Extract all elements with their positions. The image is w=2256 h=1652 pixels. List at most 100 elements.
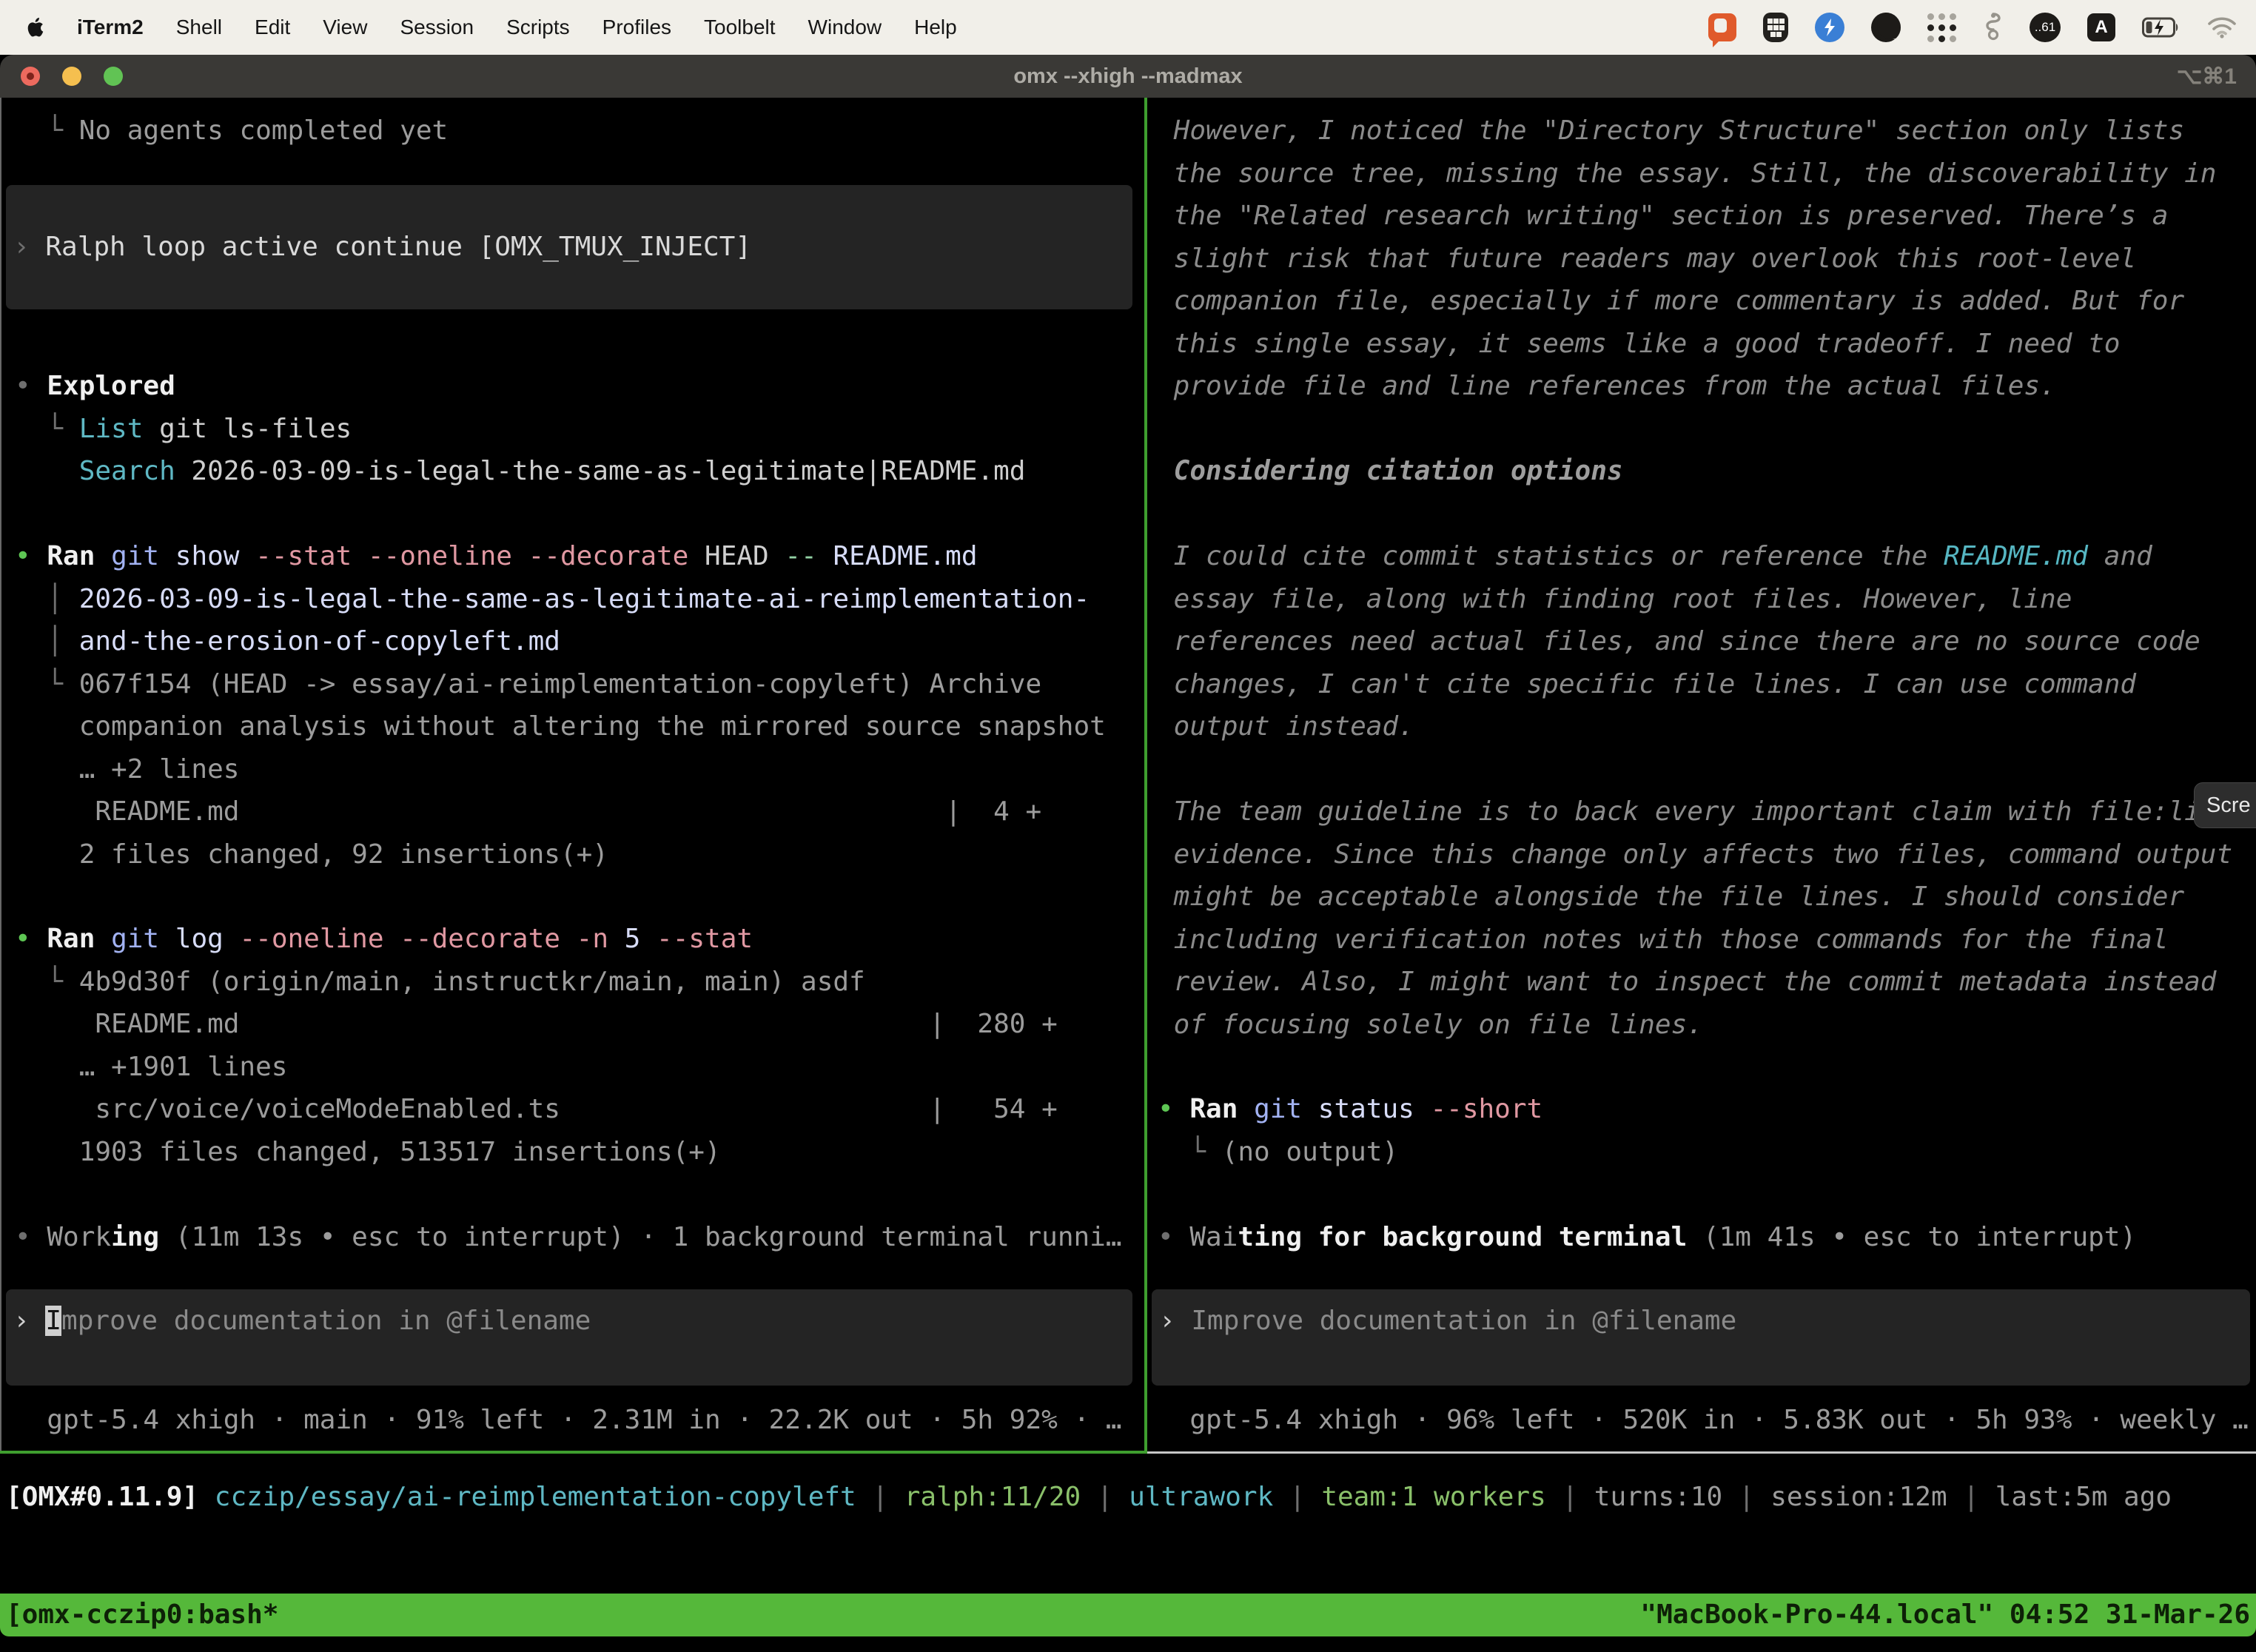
- terminal-line: references need actual files, and since …: [1158, 620, 2249, 663]
- window-shortcut-badge: ⌥⌘1: [2177, 64, 2237, 90]
- terminal-line: └ (no output): [1158, 1131, 2249, 1174]
- terminal-line: └ List git ls-files: [15, 408, 1137, 451]
- right-nooutput-line: └ (no output): [1158, 1131, 2249, 1174]
- terminal-line: output instead.: [1158, 705, 2249, 748]
- left-gitlog-block: • Ran git log --oneline --decorate -n 5 …: [15, 918, 1137, 1173]
- terminal-line: • Ran git show --stat --oneline --decora…: [15, 535, 1137, 578]
- menu-item-toolbelt[interactable]: Toolbelt: [704, 16, 776, 39]
- right-waiting-line: • Waiting for background terminal (1m 41…: [1158, 1216, 2249, 1259]
- terminal-line: README.md | 4 +: [15, 790, 1137, 833]
- terminal-line: 2 files changed, 92 insertions(+): [15, 833, 1137, 876]
- terminal-line: of focusing solely on file lines.: [1158, 1004, 2249, 1047]
- terminal-line: companion file, especially if more comme…: [1158, 280, 2249, 323]
- terminal-line: • Working (11m 13s • esc to interrupt) ·…: [15, 1216, 1137, 1259]
- terminal: └ No agents completed yet › Ralph loop a…: [0, 98, 2256, 1652]
- terminal-line: essay file, along with finding root file…: [1158, 578, 2249, 621]
- terminal-line: However, I noticed the "Directory Struct…: [1158, 110, 2249, 152]
- menu-item-iterm2[interactable]: iTerm2: [77, 16, 144, 39]
- terminal-line: • Ran git status --short: [1158, 1088, 2249, 1131]
- right-model-status-line: gpt-5.4 xhigh · 96% left · 520K in · 5.8…: [1158, 1399, 2249, 1442]
- terminal-line: gpt-5.4 xhigh · 96% left · 520K in · 5.8…: [1158, 1399, 2249, 1442]
- terminal-line: the "Related research writing" section i…: [1158, 195, 2249, 238]
- terminal-line: README.md | 280 +: [15, 1003, 1137, 1046]
- menu-item-window[interactable]: Window: [808, 16, 882, 39]
- screen: iTerm2 Shell Edit View Session Scripts P…: [0, 0, 2256, 1652]
- tmux-window-label[interactable]: [omx-cczip0:bash*: [0, 1594, 278, 1636]
- terminal-line: … +1901 lines: [15, 1046, 1137, 1089]
- left-inject-box: › Ralph loop active continue [OMX_TMUX_I…: [6, 185, 1132, 309]
- terminal-line: provide file and line references from th…: [1158, 365, 2249, 408]
- right-ran-line: • Ran git status --short: [1158, 1088, 2249, 1131]
- terminal-line: changes, I can't cite specific file line…: [1158, 663, 2249, 706]
- moon-icon[interactable]: [1871, 13, 1901, 42]
- terminal-line: └ No agents completed yet: [15, 110, 1137, 152]
- tmux-status-bar: [omx-cczip0:bash* "MacBook-Pro-44.local"…: [0, 1594, 2256, 1636]
- terminal-line: [1158, 493, 2249, 536]
- terminal-line: [OMX#0.11.9] cczip/essay/ai-reimplementa…: [0, 1476, 2256, 1519]
- blue-badge-icon[interactable]: [1815, 13, 1844, 42]
- pane-divider[interactable]: [1144, 98, 1147, 1452]
- chat-app-icon[interactable]: [1708, 13, 1736, 41]
- input-source-icon[interactable]: A: [2087, 13, 2115, 41]
- menu-left: iTerm2 Shell Edit View Session Scripts P…: [0, 16, 957, 39]
- menu-item-edit[interactable]: Edit: [255, 16, 290, 39]
- apple-menu-icon[interactable]: [25, 16, 44, 38]
- badge-61-icon[interactable]: ..61: [2030, 13, 2061, 42]
- left-explored-block: • Explored └ List git ls-files Search 20…: [15, 365, 1137, 876]
- terminal-line: this single essay, it seems like a good …: [1158, 323, 2249, 366]
- wifi-icon[interactable]: [2207, 16, 2237, 38]
- shield-grid-icon[interactable]: [1763, 13, 1788, 42]
- hook-icon[interactable]: [1984, 12, 2003, 43]
- terminal-line: [1158, 748, 2249, 791]
- menu-bar: iTerm2 Shell Edit View Session Scripts P…: [0, 0, 2256, 55]
- menu-status-icons: ..61 A: [1708, 12, 2256, 43]
- left-agents-block: └ No agents completed yet: [15, 110, 1137, 152]
- terminal-line: … +2 lines: [15, 748, 1137, 791]
- terminal-line: └ 4b9d30f (origin/main, instructkr/main,…: [15, 961, 1137, 1004]
- omx-status-bar: [OMX#0.11.9] cczip/essay/ai-reimplementa…: [0, 1454, 2256, 1594]
- terminal-line: The team guideline is to back every impo…: [1158, 790, 2249, 833]
- pane-left: └ No agents completed yet › Ralph loop a…: [0, 98, 1144, 1452]
- terminal-line: • Explored: [15, 365, 1137, 408]
- terminal-line: slight risk that future readers may over…: [1158, 238, 2249, 281]
- left-model-status-line: gpt-5.4 xhigh · main · 91% left · 2.31M …: [15, 1399, 1137, 1442]
- right-reasoning-block: However, I noticed the "Directory Struct…: [1158, 110, 2249, 1046]
- terminal-line: gpt-5.4 xhigh · main · 91% left · 2.31M …: [15, 1399, 1137, 1442]
- menu-item-help[interactable]: Help: [914, 16, 957, 39]
- dots-grid-icon[interactable]: [1927, 13, 1957, 42]
- battery-icon[interactable]: [2142, 17, 2181, 38]
- menu-item-scripts[interactable]: Scripts: [506, 16, 570, 39]
- terminal-line: • Ran git log --oneline --decorate -n 5 …: [15, 918, 1137, 961]
- terminal-line: review. Also, I might want to inspect th…: [1158, 961, 2249, 1004]
- terminal-line: [1158, 408, 2249, 451]
- terminal-line: Considering citation options: [1158, 450, 2249, 493]
- tooltip-label: Scre: [2206, 793, 2251, 818]
- terminal-line: │ 2026-03-09-is-legal-the-same-as-legiti…: [15, 578, 1137, 621]
- left-working-line: • Working (11m 13s • esc to interrupt) ·…: [15, 1216, 1137, 1259]
- menu-item-view[interactable]: View: [323, 16, 367, 39]
- screen-tooltip-fragment[interactable]: Scre: [2194, 782, 2256, 828]
- menu-item-shell[interactable]: Shell: [176, 16, 222, 39]
- terminal-line: the source tree, missing the essay. Stil…: [1158, 152, 2249, 195]
- terminal-line: › Ralph loop active continue [OMX_TMUX_I…: [6, 226, 751, 269]
- terminal-line: 1903 files changed, 513517 insertions(+): [15, 1131, 1137, 1174]
- tmux-host-clock: "MacBook-Pro-44.local" 04:52 31-Mar-26: [1640, 1594, 2256, 1636]
- terminal-line: might be acceptable alongside the file l…: [1158, 876, 2249, 919]
- terminal-line: src/voice/voiceModeEnabled.ts | 54 +: [15, 1088, 1137, 1131]
- terminal-line: companion analysis without altering the …: [15, 705, 1137, 748]
- menu-item-profiles[interactable]: Profiles: [602, 16, 671, 39]
- right-prompt-input[interactable]: › Improve documentation in @filename: [1152, 1289, 2250, 1386]
- terminal-line: › Improve documentation in @filename: [1152, 1300, 2250, 1343]
- menu-item-session[interactable]: Session: [400, 16, 474, 39]
- terminal-line: I could cite commit statistics or refere…: [1158, 535, 2249, 578]
- window-title-bar[interactable]: omx --xhigh --madmax ⌥⌘1: [0, 55, 2256, 98]
- terminal-line: › Improve documentation in @filename: [6, 1300, 1132, 1343]
- terminal-line: including verification notes with those …: [1158, 919, 2249, 961]
- left-pane-edge-border: [0, 98, 1, 1452]
- terminal-line: Search 2026-03-09-is-legal-the-same-as-l…: [15, 450, 1137, 493]
- terminal-line: evidence. Since this change only affects…: [1158, 833, 2249, 876]
- window-title: omx --xhigh --madmax: [0, 64, 2256, 89]
- terminal-line: └ 067f154 (HEAD -> essay/ai-reimplementa…: [15, 663, 1137, 706]
- left-prompt-input[interactable]: › Improve documentation in @filename: [6, 1289, 1132, 1386]
- terminal-line: • Waiting for background terminal (1m 41…: [1158, 1216, 2249, 1259]
